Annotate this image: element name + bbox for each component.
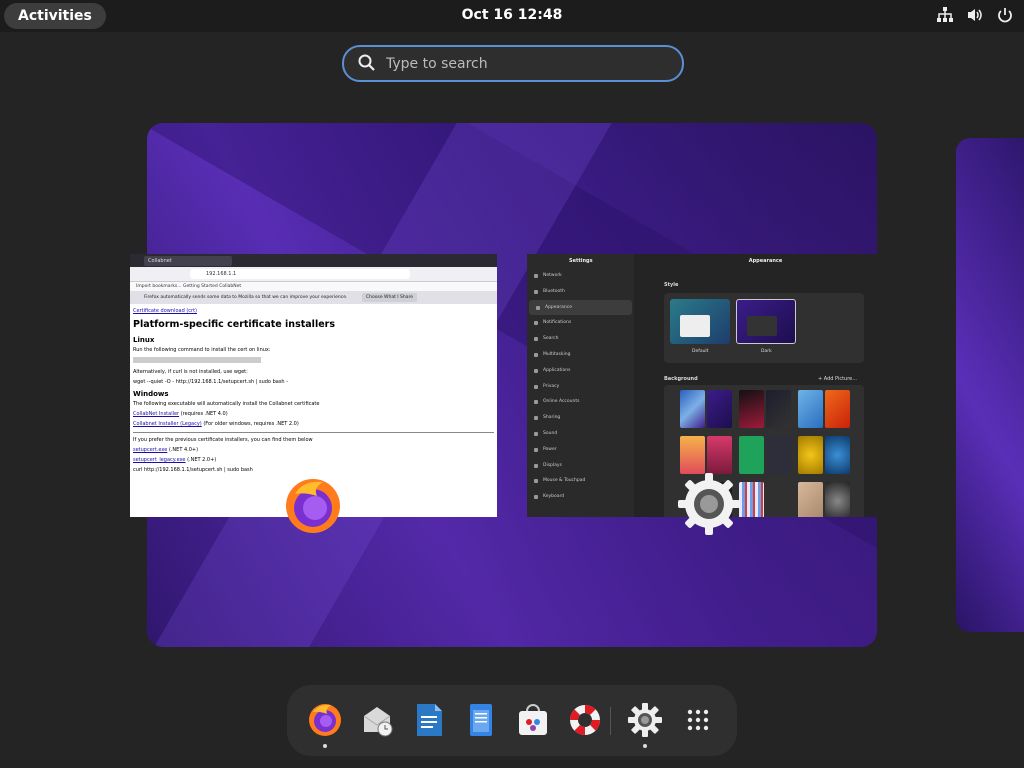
installer-legacy-note: (For older windows, requires .NET 2.0) <box>203 421 299 427</box>
firefox-icon[interactable] <box>307 702 343 738</box>
installer-link: CollabNet Installer <box>133 411 180 417</box>
wallpaper-thumb <box>825 436 850 474</box>
writer-document-icon[interactable] <box>411 702 447 738</box>
settings-sidebar-item: Privacy <box>527 379 634 395</box>
wallpaper-thumb <box>766 436 791 474</box>
url-text: 192.168.1.1 <box>190 269 410 279</box>
search-bar[interactable] <box>342 45 684 82</box>
dash-separator <box>610 707 611 735</box>
settings-gear-icon[interactable] <box>627 702 663 738</box>
wallpaper-thumb <box>680 390 705 428</box>
setupcert-link: setupcert.exe <box>133 447 168 453</box>
settings-sidebar: Settings Network Bluetooth Appearance Notif… <box>527 254 634 517</box>
search-input[interactable] <box>384 51 668 77</box>
settings-sidebar-item: Displays <box>527 458 634 474</box>
style-label: Style <box>664 282 679 288</box>
settings-sidebar-item: Bluetooth <box>527 284 634 300</box>
linux-heading: Linux <box>133 336 155 344</box>
style-default-label: Default <box>692 349 709 354</box>
wallpaper-thumb <box>739 482 764 517</box>
running-indicator <box>323 744 327 748</box>
page-heading: Platform-specific certificate installers <box>133 319 335 330</box>
settings-main: Appearance Style Default Dark Background… <box>634 254 897 517</box>
setupcert-legacy-note: (.NET 2.0+) <box>187 457 217 463</box>
top-bar: Activities Oct 16 12:48 <box>0 0 1024 32</box>
setupcert-note: (.NET 4.0+) <box>168 447 199 453</box>
last-line: curl http://192.168.1.1/setupcert.sh | s… <box>133 467 253 473</box>
settings-sidebar-item: Mouse & Touchpad <box>527 473 634 489</box>
software-store-icon[interactable] <box>515 702 551 738</box>
settings-sidebar-item: Power <box>527 442 634 458</box>
settings-sidebar-item: Appearance <box>529 299 632 316</box>
installer-note: (requires .NET 4.0) <box>180 411 228 417</box>
browser-tab: Collabnet <box>144 256 232 266</box>
wallpaper-thumb <box>680 436 705 474</box>
style-dark-preview <box>736 299 796 344</box>
network-icon[interactable] <box>936 6 956 26</box>
clock[interactable]: Oct 16 12:48 <box>0 7 1024 23</box>
system-tray[interactable] <box>936 6 1016 26</box>
settings-sidebar-item: Sharing <box>527 410 634 426</box>
wallpaper-thumb <box>825 482 850 517</box>
style-dark-label: Dark <box>761 349 772 354</box>
cert-download-link: Certificate download (crt) <box>133 308 197 314</box>
installer-legacy-link: Collabnet Installer (Legacy) <box>133 421 202 427</box>
bookmarks-bar: Import bookmarks... Getting Started Coll… <box>130 282 497 291</box>
settings-page-title: Appearance <box>748 258 783 264</box>
settings-sidebar-item: Search <box>527 331 634 347</box>
workspace-next[interactable] <box>956 138 1024 632</box>
settings-sidebar-item: Sound <box>527 426 634 442</box>
help-lifebuoy-icon[interactable] <box>567 702 603 738</box>
dash <box>287 685 737 756</box>
settings-app-icon <box>678 473 740 535</box>
wallpaper-thumb <box>798 390 823 428</box>
wallpaper-thumb <box>739 390 764 428</box>
browser-tab-bar: Collabnet <box>130 254 497 267</box>
wallpaper-thumb <box>825 390 850 428</box>
show-apps-grid-icon[interactable] <box>680 702 716 738</box>
wallpaper-thumb <box>798 436 823 474</box>
text-editor-icon[interactable] <box>463 702 499 738</box>
settings-sidebar-item: Notifications <box>527 315 634 331</box>
settings-sidebar-item: Multitasking <box>527 347 634 363</box>
volume-icon[interactable] <box>966 6 986 26</box>
mail-clock-icon[interactable] <box>359 702 395 738</box>
settings-sidebar-item: Keyboard <box>527 489 634 505</box>
linux-text: Run the following command to install the… <box>133 347 271 353</box>
setupcert-legacy-link: setupcert_legacy.exe <box>133 457 186 463</box>
wallpaper-thumb <box>707 390 732 428</box>
style-options: Default Dark <box>664 293 864 363</box>
divider <box>133 432 494 433</box>
notice-button: Choose What I Share <box>362 293 418 302</box>
more-text: If you prefer the previous certificate i… <box>133 437 313 443</box>
settings-sidebar-item: Online Accounts <box>527 394 634 410</box>
running-indicator <box>643 744 647 748</box>
windows-text: The following executable will automatica… <box>133 401 320 407</box>
wallpaper-thumb <box>798 482 823 517</box>
wallpaper-thumb <box>739 436 764 474</box>
page-content: Certificate download (crt) Platform-spec… <box>130 304 497 481</box>
background-label: Background <box>664 376 698 382</box>
linux-wget: wget --quiet -O - http://192.168.1.1/set… <box>133 379 288 385</box>
windows-heading: Windows <box>133 390 169 398</box>
wallpaper-thumb <box>766 390 791 428</box>
telemetry-notice: Firefox automatically sends some data to… <box>130 291 497 304</box>
code-block <box>133 357 261 363</box>
settings-sidebar-item: Applications <box>527 363 634 379</box>
power-icon[interactable] <box>996 6 1016 26</box>
add-picture-button: + Add Picture... <box>818 376 858 382</box>
wallpaper-thumb <box>707 436 732 474</box>
style-default-preview <box>670 299 730 344</box>
search-icon <box>358 54 375 71</box>
firefox-app-icon <box>286 479 340 533</box>
settings-sidebar-item: Network <box>527 268 634 284</box>
linux-alt: Alternatively, if curl is not installed,… <box>133 369 248 375</box>
notice-text: Firefox automatically sends some data to… <box>144 295 348 300</box>
settings-title: Settings <box>569 258 593 264</box>
url-bar: 192.168.1.1 <box>130 267 497 282</box>
